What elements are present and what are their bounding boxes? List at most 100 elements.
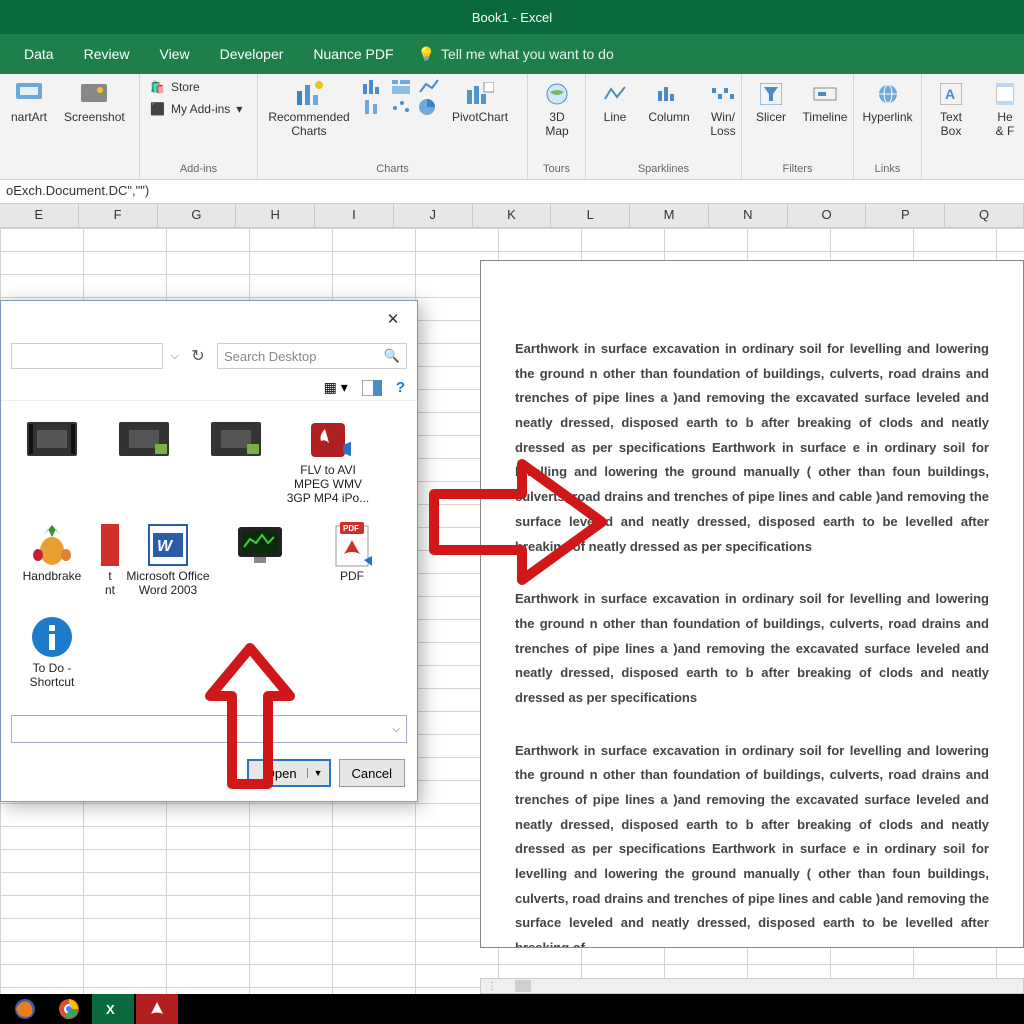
- col-header[interactable]: F: [79, 204, 158, 227]
- preview-pane-icon[interactable]: [362, 380, 382, 396]
- bar-chart-icon[interactable]: [362, 78, 384, 96]
- addins-icon: ⬛: [150, 102, 165, 116]
- tellme-text: Tell me what you want to do: [441, 46, 614, 62]
- sparkline-winloss-button[interactable]: Win/ Loss: [700, 78, 746, 140]
- refresh-icon[interactable]: ↻: [187, 345, 209, 367]
- col-header[interactable]: O: [788, 204, 867, 227]
- help-icon[interactable]: ?: [396, 379, 405, 396]
- stat-chart-icon[interactable]: [362, 98, 384, 116]
- col-header[interactable]: J: [394, 204, 473, 227]
- col-header[interactable]: G: [158, 204, 237, 227]
- header-footer-button[interactable]: He & F: [982, 78, 1024, 140]
- svg-text:A: A: [945, 86, 955, 102]
- file-list: FLV to AVI MPEG WMV 3GP MP4 iPo... Handb…: [1, 401, 417, 709]
- pie-chart-icon[interactable]: [418, 98, 440, 116]
- hyperlink-button[interactable]: Hyperlink: [860, 78, 915, 126]
- formula-bar[interactable]: oExch.Document.DC",""): [0, 180, 1024, 204]
- hier-chart-icon[interactable]: [390, 78, 412, 96]
- pdf-icon: PDF: [326, 521, 378, 569]
- pivotchart-button[interactable]: PivotChart: [448, 78, 512, 126]
- col-header[interactable]: N: [709, 204, 788, 227]
- pdf-paragraph: Earthwork in surface excavation in ordin…: [515, 739, 989, 948]
- ribbon: nartArt Screenshot 🛍️Store ⬛My Add-ins ▾…: [0, 74, 1024, 180]
- horizontal-scrollbar[interactable]: ⋮: [480, 978, 1024, 994]
- col-header[interactable]: Q: [945, 204, 1024, 227]
- sparkline-column-button[interactable]: Column: [646, 78, 692, 126]
- group-filters: Filters: [748, 163, 847, 177]
- video-icon: [210, 415, 262, 463]
- slicer-button[interactable]: Slicer: [748, 78, 794, 126]
- col-header[interactable]: M: [630, 204, 709, 227]
- screenshot-button[interactable]: Screenshot: [60, 78, 129, 126]
- file-item[interactable]: WMicrosoft Office Word 2003: [123, 517, 213, 601]
- video-icon: [118, 415, 170, 463]
- open-button[interactable]: Open▼: [247, 759, 331, 787]
- lightbulb-icon: 💡: [418, 46, 435, 63]
- group-sparklines: Sparklines: [592, 163, 735, 177]
- search-input[interactable]: Search Desktop 🔍: [217, 343, 407, 369]
- file-item[interactable]: Handbrake: [7, 517, 97, 601]
- title-bar: Book1 - Excel: [0, 0, 1024, 34]
- file-item[interactable]: [215, 517, 305, 601]
- store-button[interactable]: 🛍️Store: [146, 78, 246, 96]
- col-header[interactable]: H: [236, 204, 315, 227]
- window-title: Book1 - Excel: [472, 10, 552, 25]
- tab-nuance-pdf[interactable]: Nuance PDF: [299, 36, 407, 72]
- group-links: Links: [860, 163, 915, 177]
- tellme-box[interactable]: 💡 Tell me what you want to do: [418, 46, 614, 63]
- svg-text:X: X: [106, 1002, 115, 1017]
- tab-view[interactable]: View: [145, 36, 203, 72]
- close-icon[interactable]: ✕: [377, 305, 409, 333]
- my-addins-button[interactable]: ⬛My Add-ins ▾: [146, 100, 246, 118]
- file-item[interactable]: [191, 411, 281, 509]
- taskbar: X: [0, 994, 1024, 1024]
- tab-review[interactable]: Review: [70, 36, 144, 72]
- file-item[interactable]: To Do - Shortcut: [7, 609, 97, 693]
- file-item[interactable]: [7, 411, 97, 509]
- file-open-dialog: ✕ ⌵ ↻ Search Desktop 🔍 ▦ ▾ ? FLV to AVI …: [0, 300, 418, 802]
- video-icon: [26, 415, 78, 463]
- line-chart-icon[interactable]: [418, 78, 440, 96]
- address-bar[interactable]: [11, 343, 163, 369]
- 3d-map-button[interactable]: 3D Map: [534, 78, 580, 140]
- pineapple-icon: [26, 521, 78, 569]
- taskbar-excel[interactable]: X: [92, 994, 134, 1024]
- taskbar-acrobat[interactable]: [136, 994, 178, 1024]
- file-item-pdf[interactable]: PDFPDF: [307, 517, 397, 601]
- column-headers: E F G H I J K L M N O P Q: [0, 204, 1024, 228]
- group-tours: Tours: [534, 163, 579, 177]
- col-header[interactable]: P: [866, 204, 945, 227]
- svg-text:PDF: PDF: [343, 524, 359, 533]
- recommended-charts-button[interactable]: Recommended Charts: [264, 78, 354, 140]
- taskbar-firefox[interactable]: [4, 994, 46, 1024]
- col-header[interactable]: K: [473, 204, 552, 227]
- search-placeholder: Search Desktop: [224, 349, 317, 364]
- file-item[interactable]: t nt: [99, 517, 121, 601]
- taskbar-chrome[interactable]: [48, 994, 90, 1024]
- cancel-button[interactable]: Cancel: [339, 759, 405, 787]
- timeline-button[interactable]: Timeline: [802, 78, 848, 126]
- col-header[interactable]: L: [551, 204, 630, 227]
- info-icon: [26, 613, 78, 661]
- tab-developer[interactable]: Developer: [206, 36, 298, 72]
- smartart-button[interactable]: nartArt: [6, 78, 52, 126]
- open-dropdown-icon[interactable]: ▼: [307, 768, 323, 778]
- filename-input[interactable]: ⌵: [11, 715, 407, 743]
- tab-data[interactable]: Data: [10, 36, 68, 72]
- pdf-icon: [100, 521, 120, 569]
- file-item[interactable]: FLV to AVI MPEG WMV 3GP MP4 iPo...: [283, 411, 373, 509]
- text-box-button[interactable]: AText Box: [928, 78, 974, 140]
- monitor-icon: [234, 521, 286, 569]
- view-options-icon[interactable]: ▦ ▾: [324, 379, 348, 396]
- scroll-thumb[interactable]: [515, 980, 531, 992]
- col-header[interactable]: E: [0, 204, 79, 227]
- scatter-chart-icon[interactable]: [390, 98, 412, 116]
- pdf-paragraph: Earthwork in surface excavation in ordin…: [515, 337, 989, 559]
- svg-text:W: W: [157, 538, 174, 555]
- file-item[interactable]: [99, 411, 189, 509]
- ribbon-tabs: Data Review View Developer Nuance PDF 💡 …: [0, 34, 1024, 74]
- col-header[interactable]: I: [315, 204, 394, 227]
- embedded-pdf-object[interactable]: Earthwork in surface excavation in ordin…: [480, 260, 1024, 948]
- group-addins: Add-ins: [146, 163, 251, 177]
- sparkline-line-button[interactable]: Line: [592, 78, 638, 126]
